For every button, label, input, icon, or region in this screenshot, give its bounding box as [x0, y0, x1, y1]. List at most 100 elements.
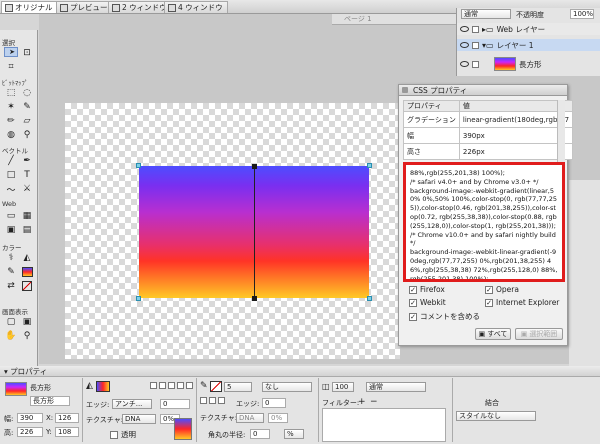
stroke-type-select[interactable]: なし [262, 382, 312, 392]
layer-row-layer1[interactable]: ▾▭ レイヤー 1 [457, 39, 600, 51]
layer-row-web[interactable]: ▸▭ Web レイヤー [457, 23, 600, 35]
corner-handle[interactable] [136, 163, 141, 168]
eraser-tool-icon[interactable]: ▱ [20, 115, 34, 127]
corner-radius-field[interactable]: 0 [250, 429, 270, 439]
magic-wand-tool-icon[interactable]: ✶ [4, 101, 18, 113]
lock-checkbox[interactable] [472, 41, 479, 49]
no-stroke-icon[interactable] [20, 280, 34, 292]
knife-tool-icon[interactable]: ⚔ [20, 183, 34, 195]
corner-handle[interactable] [367, 296, 372, 301]
lock-checkbox[interactable] [472, 25, 479, 33]
crop-tool-icon[interactable]: ⌗ [4, 61, 18, 73]
y-field[interactable]: 108 [55, 427, 79, 437]
stroke-color-icon[interactable]: ✎ [4, 266, 18, 278]
corner-handle[interactable] [136, 296, 141, 301]
gradient-preview[interactable] [174, 418, 192, 440]
fill-color-swatch[interactable] [20, 266, 34, 278]
edge-select[interactable]: アンチ... [112, 399, 152, 409]
css-code-textarea[interactable]: 88%,rgb(255,201,38) 100%); /* safari v4.… [403, 162, 565, 282]
corner-handle[interactable] [367, 163, 372, 168]
fill-gradient-icon[interactable] [168, 382, 175, 389]
slice-tool-icon[interactable]: ▦ [20, 210, 34, 222]
stroke-center-icon[interactable] [209, 397, 216, 404]
stroke-texture-select[interactable]: DNA [236, 413, 264, 423]
table-row[interactable]: グラデーション linear-gradient(180deg,rgb(77 [403, 111, 574, 128]
copy-selection-button[interactable]: ▣ 選択範囲 [515, 328, 563, 340]
tab-original[interactable]: オリジナル [1, 1, 58, 13]
standard-screen-icon[interactable]: ▢ [4, 316, 18, 328]
checkbox-opera[interactable]: ✓ Opera [485, 285, 519, 294]
pen-tool-icon[interactable]: ✒ [20, 155, 34, 167]
opacity-select[interactable]: 100 [332, 382, 354, 392]
marquee-tool-icon[interactable]: ⬚ [4, 87, 18, 99]
stroke-size-select[interactable]: 5 [224, 382, 252, 392]
text-tool-icon[interactable]: T [20, 169, 34, 181]
height-field[interactable]: 226 [17, 427, 43, 437]
stamp-tool-icon[interactable]: ⚲ [20, 129, 34, 141]
full-screen-menu-icon[interactable]: ▣ [20, 316, 34, 328]
scale-tool-icon[interactable]: ⊡ [20, 47, 34, 59]
pointer-tool-icon[interactable]: ➤ [4, 47, 18, 57]
stroke-texture-percent[interactable]: 0% [268, 413, 288, 423]
edge-amount-field[interactable]: 0 [160, 399, 190, 409]
width-field[interactable]: 390 [17, 413, 43, 423]
css-panel-titlebar[interactable]: CSS プロパティ [399, 85, 567, 96]
table-row[interactable]: 高さ 226px [403, 143, 574, 160]
filter-list[interactable] [322, 408, 446, 442]
gradient-line[interactable] [254, 166, 255, 298]
checkbox-include-comments[interactable]: ✓ コメントを含める [409, 311, 480, 322]
visibility-eye-icon[interactable] [460, 26, 469, 32]
x-field[interactable]: 126 [55, 413, 79, 423]
rectangle-tool-icon[interactable]: □ [4, 169, 18, 181]
corner-unit-select[interactable]: % [284, 429, 304, 439]
fill-solid-icon[interactable] [159, 382, 166, 389]
stroke-inside-icon[interactable] [200, 397, 207, 404]
checkbox-ie[interactable]: ✓ Internet Explorer [485, 298, 559, 307]
gradient-end-handle[interactable] [252, 296, 257, 301]
gradient-start-handle[interactable] [252, 164, 257, 169]
stroke-edge-field[interactable]: 0 [262, 398, 286, 408]
texture-select[interactable]: DNA [122, 414, 156, 424]
blur-tool-icon[interactable]: ◍ [4, 129, 18, 141]
scrollbar[interactable] [557, 100, 565, 168]
show-slices-icon[interactable]: ▤ [20, 224, 34, 236]
hide-slices-icon[interactable]: ▣ [4, 224, 18, 236]
fill-pattern-icon[interactable] [177, 382, 184, 389]
property-inspector-titlebar[interactable]: ▾ プロパティ [0, 366, 600, 377]
tab-2up[interactable]: 2 ウィンドウ [108, 1, 172, 13]
lasso-tool-icon[interactable]: ◌ [20, 87, 34, 99]
hand-tool-icon[interactable]: ✋ [4, 330, 18, 342]
style-select[interactable]: スタイルなし [456, 411, 536, 421]
fill-none-icon[interactable] [150, 382, 157, 389]
stroke-outside-icon[interactable] [218, 397, 225, 404]
stroke-swatch[interactable] [210, 381, 222, 392]
swap-colors-icon[interactable]: ⇄ [4, 280, 18, 292]
visibility-eye-icon[interactable] [460, 42, 469, 48]
layer-row-rectangle[interactable]: 長方形 [457, 55, 600, 73]
checkbox-webkit[interactable]: ✓ Webkit [409, 298, 446, 307]
add-filter-icon[interactable]: + [358, 397, 366, 407]
layer-opacity-field[interactable]: 100% [570, 9, 594, 19]
object-name-field[interactable]: 長方形 [30, 396, 70, 406]
paint-bucket-tool-icon[interactable]: ◭ [20, 252, 34, 264]
line-tool-icon[interactable]: ╱ [4, 155, 18, 167]
zoom-tool-icon[interactable]: ⚲ [20, 330, 34, 342]
fill-options-icon[interactable] [186, 382, 193, 389]
eyedropper-tool-icon[interactable]: ⚕ [4, 252, 18, 264]
tab-4up[interactable]: 4 ウィンドウ [164, 1, 228, 13]
transparent-checkbox[interactable]: 透明 [110, 429, 136, 440]
table-row[interactable]: 幅 390px [403, 127, 574, 144]
lock-checkbox[interactable] [472, 60, 479, 68]
fill-swatch[interactable] [96, 381, 110, 392]
checkbox-firefox[interactable]: ✓ Firefox [409, 285, 445, 294]
remove-filter-icon[interactable]: − [370, 397, 378, 407]
tab-preview[interactable]: プレビュー [56, 1, 113, 13]
copy-all-button[interactable]: ▣ すべて [475, 328, 511, 340]
blend-mode-select[interactable]: 通常 [366, 382, 426, 392]
freeform-tool-icon[interactable]: 〜 [4, 183, 18, 196]
brush-tool-icon[interactable]: ✎ [20, 101, 34, 113]
layer-blend-select[interactable]: 通常 [461, 9, 511, 19]
visibility-eye-icon[interactable] [460, 61, 469, 67]
hotspot-tool-icon[interactable]: ▭ [4, 210, 18, 222]
pencil-tool-icon[interactable]: ✏ [4, 115, 18, 127]
